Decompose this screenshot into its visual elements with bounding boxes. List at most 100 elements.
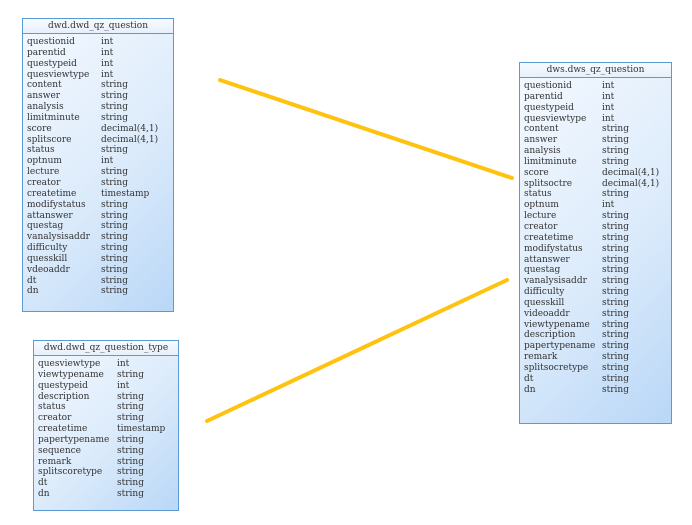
column-type: string — [117, 456, 144, 467]
column-type: int — [101, 156, 114, 167]
column-name: createtime — [27, 188, 77, 199]
column-type: string — [602, 319, 629, 330]
column-name: parentid — [27, 47, 66, 58]
column-name: vanalysisaddr — [27, 232, 90, 243]
column-row: createtime timestamp — [23, 189, 173, 200]
column-name: questag — [27, 221, 64, 232]
column-row: parentid int — [520, 92, 671, 103]
column-row: attanswer string — [520, 255, 671, 266]
column-name: analysis — [524, 146, 561, 157]
column-name: remark — [38, 456, 72, 467]
column-name: score — [27, 123, 52, 134]
column-type: decimal(4,1) — [101, 134, 159, 145]
column-name: questypeid — [38, 380, 88, 391]
column-row: analysis string — [520, 146, 671, 157]
column-name: viewtypename — [38, 369, 104, 380]
column-type: string — [101, 112, 128, 123]
column-row: createtime string — [520, 233, 671, 244]
column-row: dn string — [34, 489, 178, 500]
column-row: sequence string — [34, 446, 178, 457]
column-row: creator string — [23, 178, 173, 189]
column-row: questionid int — [520, 81, 671, 92]
column-name: viewtypename — [524, 319, 590, 330]
column-name: dn — [524, 384, 536, 395]
column-name: status — [524, 189, 552, 200]
table-dwd-qz-question[interactable]: dwd.dwd_qz_question questionid int parenti… — [22, 18, 174, 312]
column-row: videoaddr string — [520, 309, 671, 320]
column-type: string — [602, 330, 629, 341]
column-name: dt — [524, 373, 534, 384]
column-row: createtime timestamp — [34, 424, 178, 435]
column-type: int — [117, 380, 130, 391]
column-name: papertypename — [38, 434, 110, 445]
column-type: string — [101, 243, 128, 254]
column-row: quesviewtype int — [34, 359, 178, 370]
column-row: dt string — [23, 276, 173, 287]
column-name: questionid — [27, 37, 75, 47]
column-name: difficulty — [524, 287, 565, 298]
column-type: string — [602, 221, 629, 232]
column-row: optnum int — [520, 200, 671, 211]
column-name: optnum — [524, 200, 559, 211]
column-row: papertypename string — [520, 341, 671, 352]
column-type: string — [101, 145, 128, 156]
column-type: string — [602, 189, 629, 200]
column-type: int — [117, 359, 130, 369]
column-row: status string — [520, 189, 671, 200]
column-name: dt — [38, 478, 48, 489]
column-row: splitsoctre decimal(4,1) — [520, 179, 671, 190]
column-row: lecture string — [23, 167, 173, 178]
column-row: creator string — [520, 222, 671, 233]
column-name: description — [524, 330, 576, 341]
column-type: string — [602, 211, 629, 222]
column-name: status — [38, 402, 66, 413]
column-name: attanswer — [27, 210, 73, 221]
column-type: int — [101, 47, 114, 58]
column-name: score — [524, 167, 549, 178]
column-name: content — [524, 124, 559, 135]
column-list: questionid int parentid int questypeid int que… — [520, 78, 671, 395]
column-name: createtime — [38, 424, 88, 435]
column-name: lecture — [27, 167, 60, 178]
table-dwd-qz-question-type[interactable]: dwd.dwd_qz_question_type quesviewtype int… — [33, 340, 179, 511]
column-type: int — [602, 200, 615, 211]
table-dws-qz-question[interactable]: dws.dws_qz_question questionid int parenti… — [519, 62, 672, 424]
column-type: string — [101, 199, 128, 210]
column-row: quesskill string — [23, 254, 173, 265]
column-row: remark string — [34, 457, 178, 468]
column-row: lecture string — [520, 211, 671, 222]
column-row: quesviewtype int — [520, 114, 671, 125]
column-row: content string — [23, 80, 173, 91]
column-row: parentid int — [23, 48, 173, 59]
column-type: string — [117, 445, 144, 456]
column-type: string — [602, 384, 629, 395]
column-type: string — [602, 124, 629, 135]
column-type: string — [602, 308, 629, 319]
column-type: string — [602, 373, 629, 384]
column-name: analysis — [27, 102, 64, 113]
column-row: quesskill string — [520, 298, 671, 309]
column-type: timestamp — [117, 424, 166, 435]
column-name: parentid — [524, 91, 563, 102]
column-type: int — [602, 81, 615, 91]
column-row: vanalysisaddr string — [520, 276, 671, 287]
column-type: string — [602, 276, 629, 287]
column-name: description — [38, 391, 90, 402]
column-type: string — [117, 434, 144, 445]
connector-line — [218, 78, 514, 180]
column-type: decimal(4,1) — [602, 178, 660, 189]
column-type: string — [101, 253, 128, 264]
column-list: quesviewtype int viewtypename string questyp… — [34, 356, 178, 500]
table-title: dwd.dwd_qz_question_type — [34, 341, 178, 356]
column-type: string — [117, 489, 144, 500]
column-row: remark string — [520, 352, 671, 363]
column-row: description string — [34, 392, 178, 403]
column-type: string — [101, 91, 128, 102]
column-name: vdeoaddr — [27, 264, 70, 275]
column-row: modifystatus string — [23, 200, 173, 211]
column-name: questypeid — [524, 102, 574, 113]
column-row: splitscoretype string — [34, 467, 178, 478]
column-row: questypeid int — [34, 381, 178, 392]
column-type: int — [101, 37, 114, 47]
table-title: dws.dws_qz_question — [520, 63, 671, 78]
